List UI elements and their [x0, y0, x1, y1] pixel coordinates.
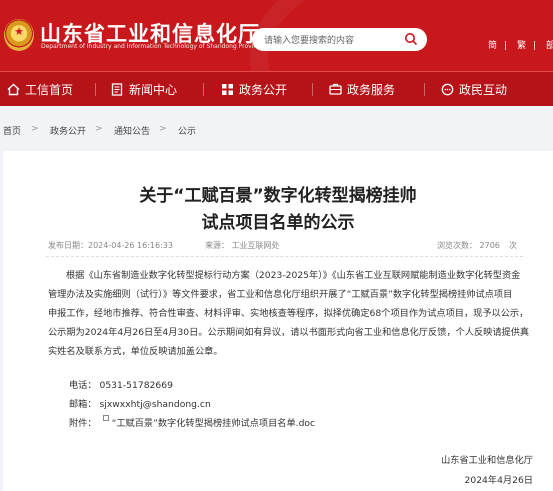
home-icon: [6, 83, 20, 97]
file-icon: [102, 415, 109, 421]
article-source: 来源： 工业互联网处: [205, 241, 280, 250]
nav-label: 新闻中心: [129, 83, 178, 97]
grid-icon: [220, 83, 234, 97]
view-count-suffix: 次: [509, 241, 517, 250]
breadcrumb: 首页 > 政务公开 > 通知公告 > 公示: [0, 106, 553, 151]
breadcrumb-publicity[interactable]: 公示: [178, 124, 196, 137]
breadcrumb-separator: >: [31, 124, 39, 134]
site-header: ★ 山东省工业和信息化厅 Department of Industry and …: [0, 0, 553, 71]
attachment-label: 附件：: [69, 418, 97, 429]
nav-divider: [424, 83, 425, 96]
contact-email: 邮箱： sjxwxxhtj@shandong.cn: [69, 399, 211, 410]
article-title-line1: 关于“工赋百景”数字化转型揭榜挂帅: [139, 186, 417, 206]
header-links: 简 | 繁 | 部属: [488, 38, 553, 51]
nav-item-government-affairs[interactable]: 政务公开: [220, 72, 287, 107]
document-icon: [110, 83, 124, 97]
body-paragraph-line: 申报工作，经地市推荐、符合性审查、材料评审、实地核查等程序，拟择优确定68个项目…: [48, 308, 529, 319]
simplified-chinese-link[interactable]: 简: [488, 41, 497, 51]
service-icon: [328, 83, 342, 97]
view-count: 浏览次数： 2706: [437, 241, 500, 250]
nav-label: 政务服务: [347, 83, 396, 97]
breadcrumb-separator: >: [95, 124, 103, 134]
body-paragraph-line: 管理办法及实施细则（试行）》等文件要求，省工业和信息化厅组织开展了“工赋百景”数…: [48, 289, 513, 300]
publish-date: 发布日期：2024-04-26 16:16:33: [48, 241, 173, 250]
nav-item-interaction[interactable]: 政民互动: [440, 72, 507, 107]
contact-phone: 电话： 0531-51782669: [69, 380, 173, 391]
link-separator: |: [504, 41, 508, 51]
department-link[interactable]: 部属: [546, 41, 553, 51]
breadcrumb-government-affairs[interactable]: 政务公开: [50, 124, 86, 137]
nav-divider: [203, 83, 204, 96]
article-title-line2: 试点项目名单的公示: [201, 213, 355, 233]
search-input[interactable]: 请输入您要搜索的内容: [264, 33, 354, 46]
nav-label: 政民互动: [459, 83, 508, 97]
nav-item-news[interactable]: 新闻中心: [110, 72, 177, 107]
body-paragraph-line: 根据《山东省制造业数字化转型提标行动方案（2023-2025年）》《山东省工业互…: [66, 270, 521, 281]
chat-icon: [440, 83, 454, 97]
search-icon[interactable]: [404, 32, 418, 46]
nav-item-home[interactable]: 工信首页: [6, 72, 73, 107]
signature-org: 山东省工业和信息化厅: [441, 455, 533, 466]
search-box[interactable]: 请输入您要搜索的内容: [252, 28, 427, 51]
body-paragraph-line: 实姓名及联系方式，单位反映请加盖公章。: [48, 346, 223, 357]
site-subtitle: Department of Industry and Information T…: [41, 43, 265, 50]
attachment-link[interactable]: “工赋百景”数字化转型揭榜挂帅试点项目名单.doc: [112, 418, 316, 429]
article-panel: 关于“工赋百景”数字化转型揭榜挂帅 试点项目名单的公示 发布日期：2024-04…: [3, 151, 553, 491]
nav-label: 政务公开: [239, 83, 288, 97]
meta-divider: [46, 256, 523, 257]
nav-label: 工信首页: [25, 83, 74, 97]
nav-item-services[interactable]: 政务服务: [328, 72, 395, 107]
national-emblem-icon: ★: [4, 19, 34, 51]
link-separator: |: [532, 41, 536, 51]
breadcrumb-separator: >: [159, 124, 167, 134]
attachment-row: 附件： “工赋百景”数字化转型揭榜挂帅试点项目名单.doc: [69, 415, 315, 429]
breadcrumb-notices[interactable]: 通知公告: [114, 124, 150, 137]
main-nav: 工信首页 新闻中心 政务公开 政务服务 政民互动: [0, 71, 553, 106]
nav-divider: [95, 83, 96, 96]
breadcrumb-home[interactable]: 首页: [3, 124, 21, 137]
body-paragraph-line: 公示期为2024年4月26日至4月30日。公示期间如有异议，请以书面形式向省工业…: [48, 327, 530, 338]
signature-date: 2024年4月26日: [464, 475, 533, 486]
traditional-chinese-link[interactable]: 繁: [517, 41, 526, 51]
nav-divider: [312, 83, 313, 96]
